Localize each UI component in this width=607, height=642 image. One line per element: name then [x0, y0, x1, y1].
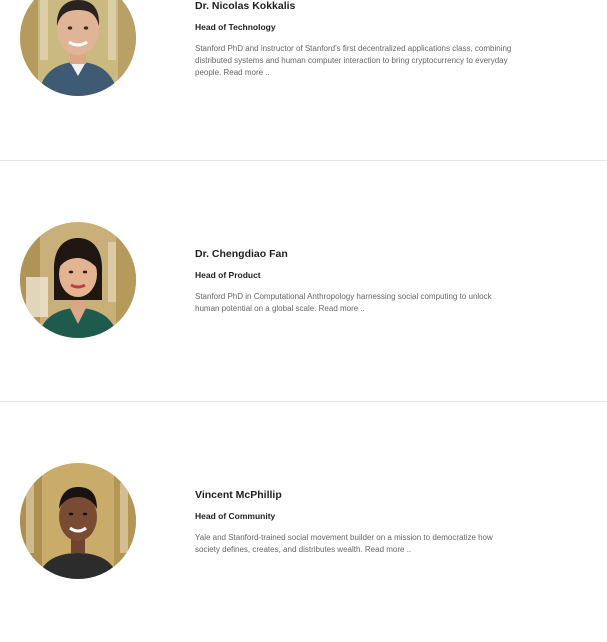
member-name: Vincent McPhillip — [195, 489, 282, 501]
member-name: Dr. Nicolas Kokkalis — [195, 0, 296, 12]
team-member-card: Dr. Nicolas Kokkalis Head of Technology … — [0, 0, 607, 159]
member-info: Dr. Nicolas Kokkalis Head of Technology … — [195, 0, 515, 79]
portrait-nicolas — [20, 0, 136, 96]
member-bio: Stanford PhD in Computational Anthropolo… — [195, 291, 515, 315]
member-info: Vincent McPhillip Head of Community Yale… — [195, 489, 515, 556]
member-bio: Yale and Stanford-trained social movemen… — [195, 532, 515, 556]
member-info: Dr. Chengdiao Fan Head of Product Stanfo… — [195, 248, 515, 315]
member-role: Head of Technology — [195, 22, 276, 32]
member-bio-text: Yale and Stanford-trained social movemen… — [195, 533, 493, 554]
avatar — [20, 0, 136, 96]
member-role: Head of Community — [195, 511, 276, 521]
portrait-chengdiao — [20, 222, 136, 338]
member-role: Head of Product — [195, 270, 261, 280]
member-name: Dr. Chengdiao Fan — [195, 248, 288, 260]
team-member-card: Vincent McPhillip Head of Community Yale… — [0, 401, 607, 642]
team-member-card: Dr. Chengdiao Fan Head of Product Stanfo… — [0, 160, 607, 401]
read-more-link[interactable]: Read more .. — [319, 304, 365, 313]
avatar — [20, 222, 136, 338]
avatar — [20, 463, 136, 579]
member-bio: Stanford PhD and instructor of Stanford'… — [195, 43, 515, 79]
portrait-vincent — [20, 463, 136, 579]
read-more-link[interactable]: Read more .. — [223, 68, 269, 77]
read-more-link[interactable]: Read more .. — [365, 545, 411, 554]
